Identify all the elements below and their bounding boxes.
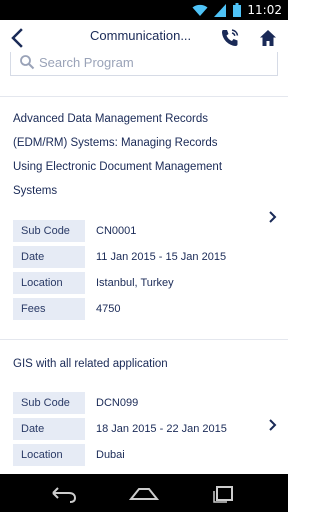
detail-value: 4750	[96, 303, 121, 315]
search-input[interactable]	[39, 52, 269, 72]
back-button[interactable]	[6, 26, 30, 50]
detail-label: Sub Code	[13, 392, 85, 414]
detail-value: Istanbul, Turkey	[96, 277, 174, 289]
detail-label: Fees	[13, 298, 85, 320]
nav-home-button[interactable]	[128, 482, 160, 504]
program-card[interactable]: GIS with all related application Sub Cod…	[0, 340, 288, 474]
detail-label: Location	[13, 272, 85, 294]
call-button[interactable]	[218, 26, 242, 50]
program-title-line: Advanced Data Management Records	[13, 113, 208, 125]
status-bar: 11:02	[0, 0, 288, 20]
detail-value: 18 Jan 2015 - 22 Jan 2015	[96, 423, 227, 435]
page-title: Communication...	[90, 28, 192, 43]
search-box	[10, 52, 278, 76]
status-icons: 11:02	[192, 2, 282, 18]
detail-row: Location Istanbul, Turkey	[13, 272, 275, 294]
detail-value: 11 Jan 2015 - 15 Jan 2015	[96, 251, 227, 263]
program-title-line: Using Electronic Document Management	[13, 161, 223, 173]
detail-label: Date	[13, 418, 85, 440]
detail-row: Fees 4750	[13, 298, 275, 320]
program-details: Sub Code DCN099 Date 18 Jan 2015 - 22 Ja…	[13, 388, 275, 470]
detail-label: Location	[13, 444, 85, 466]
detail-row: Date 18 Jan 2015 - 22 Jan 2015	[13, 418, 275, 440]
recents-nav-icon	[208, 486, 240, 508]
detail-label: Date	[13, 246, 85, 268]
home-button[interactable]	[256, 26, 280, 50]
program-details: Sub Code CN0001 Date 11 Jan 2015 - 15 Ja…	[13, 216, 275, 324]
detail-row: Sub Code DCN099	[13, 392, 275, 414]
detail-row: Location Dubai	[13, 444, 275, 466]
detail-value: DCN099	[96, 397, 139, 409]
navigation-bar	[0, 474, 288, 512]
detail-row: Sub Code CN0001	[13, 220, 275, 242]
search-icon	[19, 54, 35, 70]
home-nav-icon	[128, 488, 160, 508]
program-title: Advanced Data Management Records (EDM/RM…	[13, 107, 253, 203]
battery-icon	[233, 3, 242, 17]
detail-label: Sub Code	[13, 220, 85, 242]
app-bar: Communication...	[0, 20, 288, 56]
program-title: GIS with all related application	[13, 352, 253, 376]
signal-icon	[214, 3, 227, 17]
nav-recents-button[interactable]	[208, 482, 240, 504]
program-title-line: GIS with all related application	[13, 358, 168, 370]
nav-back-button[interactable]	[48, 482, 80, 504]
detail-value: CN0001	[96, 225, 137, 237]
detail-row: Date 11 Jan 2015 - 15 Jan 2015	[13, 246, 275, 268]
program-title-line: (EDM/RM) Systems: Managing Records	[13, 137, 218, 149]
divider	[0, 96, 288, 97]
program-title-line: Systems	[13, 185, 58, 197]
wifi-icon	[192, 4, 208, 17]
back-nav-icon	[48, 487, 80, 508]
program-card[interactable]: Advanced Data Management Records (EDM/RM…	[0, 104, 288, 334]
detail-value: Dubai	[96, 449, 125, 461]
status-time: 11:02	[247, 3, 282, 17]
